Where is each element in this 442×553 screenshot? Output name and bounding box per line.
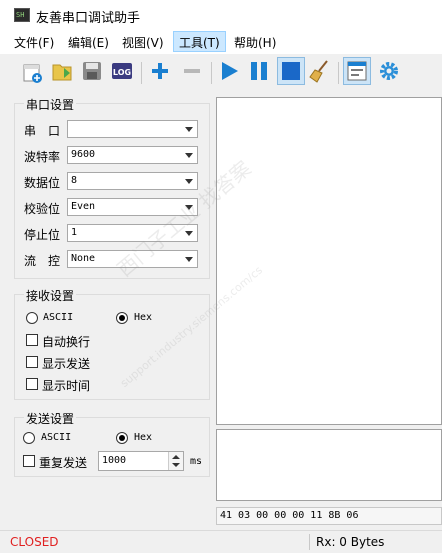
receive-hex-label: Hex — [134, 312, 153, 323]
send-settings-title: 发送设置 — [24, 410, 77, 427]
show-time-label: 显示时间 — [42, 379, 91, 393]
status-divider — [309, 534, 310, 550]
stop-icon[interactable] — [277, 57, 305, 85]
flow-combo[interactable]: None — [67, 250, 198, 268]
databits-label: 数据位 — [24, 176, 61, 190]
window-title: 友善串口调试助手 — [36, 11, 141, 26]
send-textarea[interactable] — [216, 429, 442, 501]
chevron-down-icon — [185, 153, 193, 158]
show-send-checkbox[interactable] — [26, 356, 38, 368]
play-icon[interactable] — [217, 59, 241, 83]
toolbar-separator — [141, 62, 142, 84]
stopbits-label: 停止位 — [24, 228, 61, 242]
receive-ascii-label: ASCII — [43, 312, 74, 323]
menu-edit[interactable]: 编辑(E) — [68, 34, 109, 51]
chevron-down-icon — [185, 127, 193, 132]
port-combo[interactable] — [67, 120, 198, 138]
add-icon[interactable] — [148, 59, 172, 83]
chevron-down-icon — [185, 231, 193, 236]
settings-icon[interactable] — [377, 59, 401, 83]
save-icon[interactable] — [80, 59, 104, 83]
menu-tools[interactable]: 工具(T) — [173, 31, 226, 52]
interval-unit: ms — [190, 456, 203, 467]
flow-label: 流 控 — [24, 254, 61, 268]
log-icon[interactable]: LOG — [110, 59, 134, 83]
repeat-send-label: 重复发送 — [39, 456, 88, 470]
clear-icon[interactable] — [309, 59, 333, 83]
stopbits-combo[interactable]: 1 — [67, 224, 198, 242]
chevron-down-icon — [185, 179, 193, 184]
serial-settings-title: 串口设置 — [24, 96, 77, 113]
open-icon[interactable] — [50, 59, 74, 83]
databits-combo[interactable]: 8 — [67, 172, 198, 190]
baud-label: 波特率 — [24, 150, 61, 164]
toolbar-separator — [338, 62, 339, 84]
menu-bar: 文件(F) 编辑(E) 视图(V) 工具(T) 帮助(H) — [0, 30, 442, 54]
chevron-down-icon — [185, 257, 193, 262]
repeat-send-checkbox[interactable] — [23, 455, 35, 467]
rx-counter: Rx: 0 Bytes — [316, 535, 385, 549]
port-label: 串 口 — [24, 124, 61, 138]
chevron-up-icon[interactable] — [172, 455, 180, 459]
chevron-down-icon — [185, 205, 193, 210]
left-edge — [0, 90, 8, 530]
send-hex-label: Hex — [134, 432, 153, 443]
parity-combo[interactable]: Even — [67, 198, 198, 216]
send-ascii-label: ASCII — [41, 432, 72, 443]
receive-textarea[interactable] — [216, 97, 442, 425]
repeat-interval-stepper[interactable]: 1000 — [98, 451, 184, 471]
auto-wrap-label: 自动换行 — [42, 335, 91, 349]
stepper-buttons[interactable] — [168, 452, 183, 470]
menu-view[interactable]: 视图(V) — [122, 34, 164, 51]
menu-help[interactable]: 帮助(H) — [234, 34, 276, 51]
pause-icon[interactable] — [247, 59, 271, 83]
menu-file[interactable]: 文件(F) — [14, 34, 54, 51]
new-icon[interactable] — [20, 59, 44, 83]
toolbar-separator — [211, 62, 212, 84]
title-bar: SH 友善串口调试助手 — [0, 0, 442, 30]
send-ascii-radio[interactable] — [23, 432, 35, 444]
status-bar: CLOSED Rx: 0 Bytes — [0, 530, 442, 553]
app-icon: SH — [14, 8, 30, 22]
show-send-label: 显示发送 — [42, 357, 91, 371]
receive-hex-radio[interactable] — [116, 312, 128, 324]
send-data-line[interactable]: 41 03 00 00 00 11 8B 06 — [216, 507, 442, 525]
auto-wrap-checkbox[interactable] — [26, 334, 38, 346]
remove-icon[interactable] — [180, 59, 204, 83]
receive-ascii-radio[interactable] — [26, 312, 38, 324]
parity-label: 校验位 — [24, 202, 61, 216]
receive-settings-title: 接收设置 — [24, 287, 77, 304]
baud-combo[interactable]: 9600 — [67, 146, 198, 164]
layout-icon[interactable] — [343, 57, 371, 85]
toolbar: LOG — [0, 54, 442, 90]
show-time-checkbox[interactable] — [26, 378, 38, 390]
send-hex-radio[interactable] — [116, 432, 128, 444]
connection-status: CLOSED — [10, 535, 59, 549]
svg-text:LOG: LOG — [113, 68, 131, 77]
chevron-down-icon[interactable] — [172, 463, 180, 467]
